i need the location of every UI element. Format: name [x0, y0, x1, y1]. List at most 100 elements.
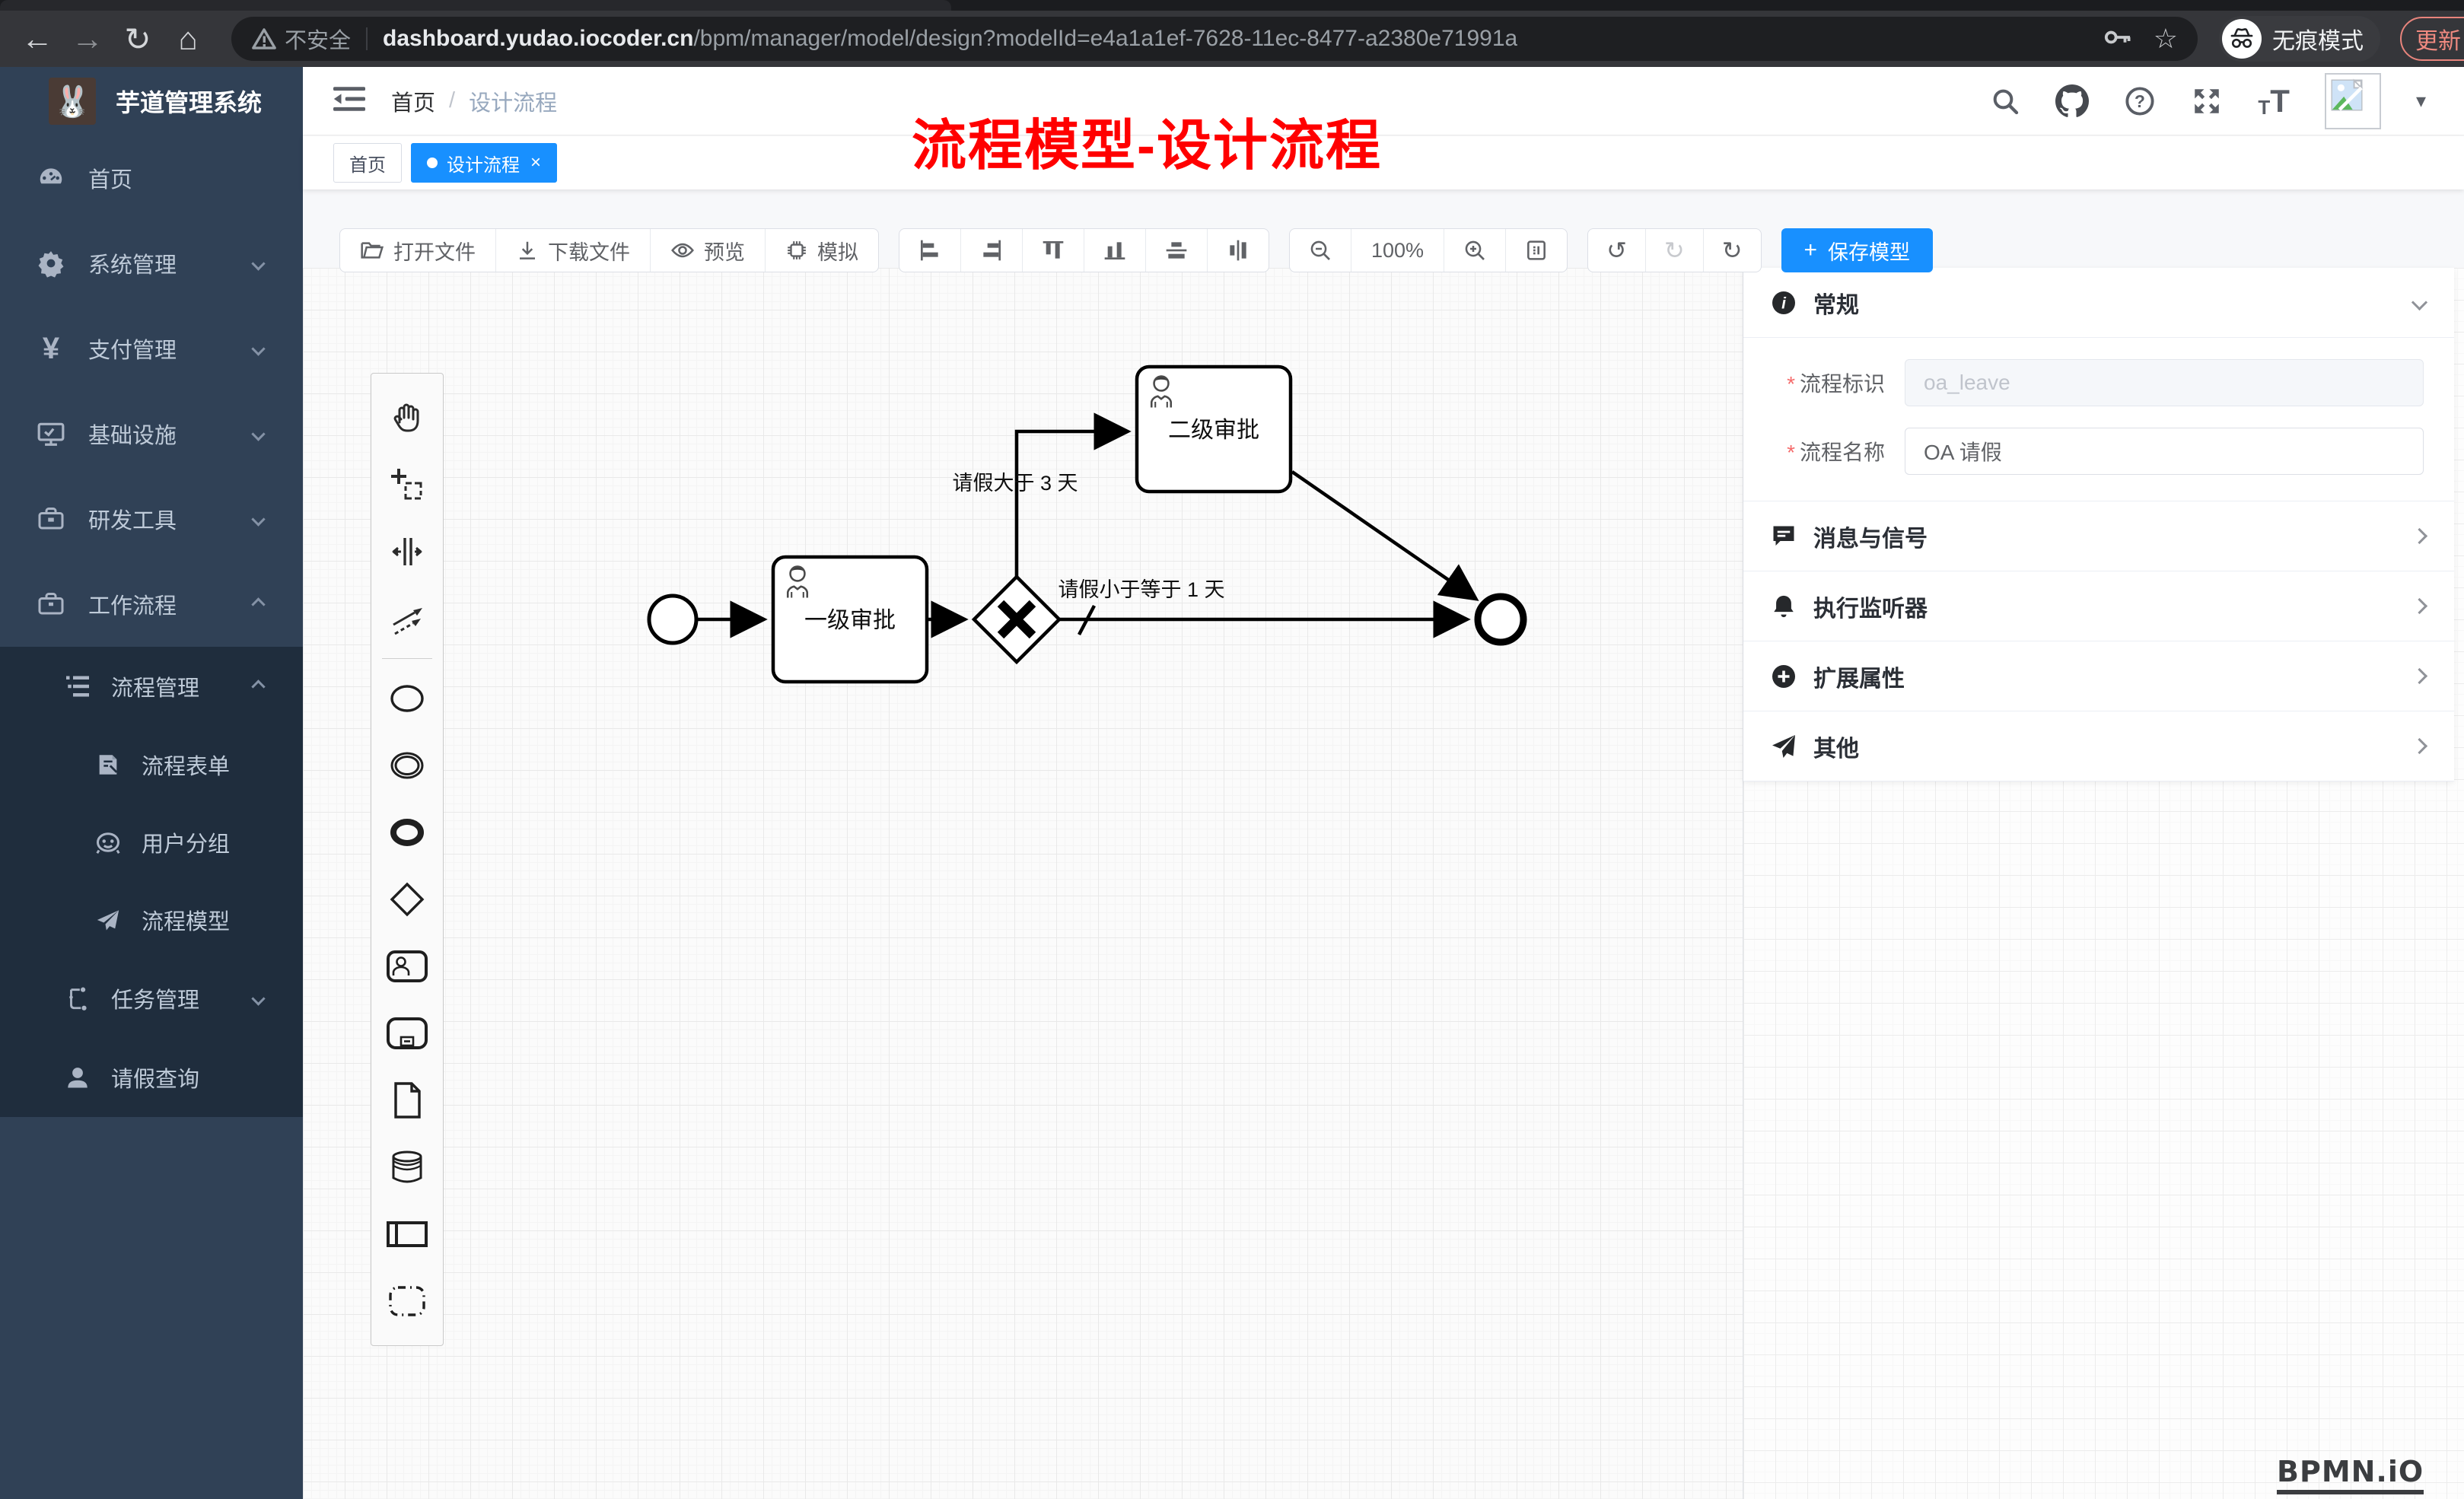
fullscreen-icon[interactable]: [2191, 85, 2223, 117]
undo-button[interactable]: ↺: [1588, 229, 1646, 272]
sidebar: 🐰 芋道管理系统 首页 系统管理 ¥ 支付管理 基础设施 研发工具: [0, 67, 303, 1499]
sidebar-item-task-mgmt[interactable]: 任务管理: [0, 959, 303, 1038]
section-extended-properties[interactable]: 扩展属性: [1743, 641, 2454, 711]
forward-icon[interactable]: →: [62, 21, 113, 57]
search-icon[interactable]: [1990, 86, 2020, 116]
url-text[interactable]: dashboard.yudao.iocoder.cn/bpm/manager/m…: [383, 26, 1517, 52]
sidebar-item-label: 用户分组: [142, 826, 230, 858]
section-other[interactable]: 其他: [1743, 711, 2454, 781]
browser-active-tab[interactable]: [0, 0, 951, 11]
chevron-down-icon: [251, 342, 265, 355]
align-top-button[interactable]: [1023, 229, 1084, 272]
sidebar-item-payment[interactable]: ¥ 支付管理: [0, 306, 303, 391]
sidebar-item-user-group[interactable]: 用户分组: [0, 804, 303, 881]
process-key-input[interactable]: [1905, 359, 2424, 406]
person-icon: [61, 1064, 94, 1091]
bpmn-diagram[interactable]: 一级审批 请假大于 3 天 二级审批: [303, 268, 1743, 1499]
address-bar[interactable]: 不安全 dashboard.yudao.iocoder.cn/bpm/manag…: [231, 17, 2198, 61]
align-vertical-center-button[interactable]: [1146, 229, 1208, 272]
browser-update-button[interactable]: 更新 ⋮: [2400, 17, 2464, 61]
monitor-icon: [33, 419, 68, 448]
plus-icon: +: [1804, 237, 1818, 263]
start-event[interactable]: [649, 596, 696, 643]
sidebar-item-label: 流程表单: [142, 749, 230, 781]
help-icon[interactable]: ?: [2124, 85, 2156, 117]
chevron-down-icon: [251, 991, 265, 1005]
sidebar-item-process-model[interactable]: 流程模型: [0, 881, 303, 959]
process-name-input[interactable]: [1905, 428, 2424, 475]
save-model-button[interactable]: + 保存模型: [1781, 228, 1934, 272]
field-process-key: *流程标识: [1743, 359, 2424, 406]
flow-branch-icon: [61, 985, 94, 1011]
zoom-in-button[interactable]: [1444, 229, 1506, 272]
sequence-flow-gt3[interactable]: [1017, 431, 1126, 577]
preview-button[interactable]: 预览: [651, 229, 766, 272]
svg-text:?: ?: [2135, 91, 2145, 110]
chevron-right-icon: [2411, 668, 2427, 684]
section-execution-listeners[interactable]: 执行监听器: [1743, 571, 2454, 641]
password-key-icon[interactable]: [2103, 26, 2132, 53]
font-size-icon[interactable]: TT: [2258, 85, 2290, 117]
bpmn-io-watermark[interactable]: BPMN.iO: [2277, 1455, 2424, 1494]
tree-list-icon: [61, 673, 94, 700]
restart-button[interactable]: ↻: [1704, 229, 1761, 272]
avatar-caret-icon[interactable]: ▾: [2416, 89, 2426, 113]
user-task-level2[interactable]: 二级审批: [1137, 367, 1291, 492]
chevron-right-icon: [2411, 738, 2427, 754]
sidebar-item-home[interactable]: 首页: [0, 135, 303, 221]
redo-icon: ↻: [1664, 238, 1685, 263]
end-event[interactable]: [1478, 597, 1523, 642]
section-general[interactable]: i 常规: [1743, 268, 2454, 338]
close-icon[interactable]: ×: [530, 152, 541, 173]
chevron-up-icon: [251, 597, 265, 611]
sidebar-item-process-form[interactable]: 流程表单: [0, 726, 303, 804]
bookmark-star-icon[interactable]: ☆: [2154, 25, 2178, 53]
section-messages-signals[interactable]: 消息与信号: [1743, 501, 2454, 571]
align-bottom-button[interactable]: [1084, 229, 1146, 272]
chevron-down-icon: [251, 427, 265, 441]
align-left-button[interactable]: [899, 229, 961, 272]
back-icon[interactable]: ←: [12, 21, 62, 57]
bpmn-canvas[interactable]: 一级审批 请假大于 3 天 二级审批: [303, 268, 1743, 1499]
tab-home[interactable]: 首页: [333, 143, 402, 183]
tab-design-process[interactable]: 设计流程 ×: [411, 143, 557, 183]
plus-circle-icon: [1768, 663, 1800, 690]
sidebar-item-infra[interactable]: 基础设施: [0, 391, 303, 476]
reset-viewport-button[interactable]: [1506, 229, 1567, 272]
sidebar-collapse-icon[interactable]: [333, 85, 365, 116]
main-area: 首页 / 设计流程 ? TT ▾: [303, 67, 2464, 1499]
simulate-button[interactable]: 模拟: [766, 229, 878, 272]
zoom-out-button[interactable]: [1290, 229, 1351, 272]
security-warning[interactable]: 不安全: [251, 23, 351, 55]
avatar[interactable]: [2325, 73, 2381, 129]
exclusive-gateway[interactable]: [974, 577, 1059, 662]
breadcrumb: 首页 / 设计流程: [391, 85, 557, 117]
sequence-flow-task2-end[interactable]: [1292, 472, 1475, 598]
user-task-level1[interactable]: 一级审批: [773, 557, 927, 682]
send-icon: [1768, 733, 1800, 760]
sidebar-item-system[interactable]: 系统管理: [0, 221, 303, 306]
home-icon[interactable]: ⌂: [163, 21, 213, 57]
zoom-button-group: 100%: [1289, 228, 1568, 272]
align-left-icon: [918, 238, 942, 263]
reload-icon[interactable]: ↻: [113, 21, 163, 58]
sidebar-item-devtools[interactable]: 研发工具: [0, 476, 303, 562]
download-file-button[interactable]: 下载文件: [496, 229, 651, 272]
app-logo[interactable]: 🐰 芋道管理系统: [0, 67, 303, 135]
open-file-button[interactable]: 打开文件: [340, 229, 496, 272]
annotation-title: 流程模型-设计流程: [912, 100, 1382, 180]
align-right-icon: [979, 238, 1004, 263]
zoom-level: 100%: [1351, 229, 1444, 272]
sidebar-item-process-mgmt[interactable]: 流程管理: [0, 647, 303, 726]
sidebar-item-leave-query[interactable]: 请假查询: [0, 1038, 303, 1117]
paper-plane-icon: [91, 907, 125, 933]
github-icon[interactable]: [2055, 84, 2089, 118]
breadcrumb-home[interactable]: 首页: [391, 85, 435, 117]
zoom-out-icon: [1308, 238, 1332, 263]
bell-icon: [1768, 593, 1800, 620]
align-horizontal-center-button[interactable]: [1208, 229, 1269, 272]
redo-button[interactable]: ↻: [1646, 229, 1704, 272]
info-icon: i: [1768, 289, 1800, 317]
align-right-button[interactable]: [961, 229, 1023, 272]
sidebar-item-workflow[interactable]: 工作流程: [0, 562, 303, 647]
